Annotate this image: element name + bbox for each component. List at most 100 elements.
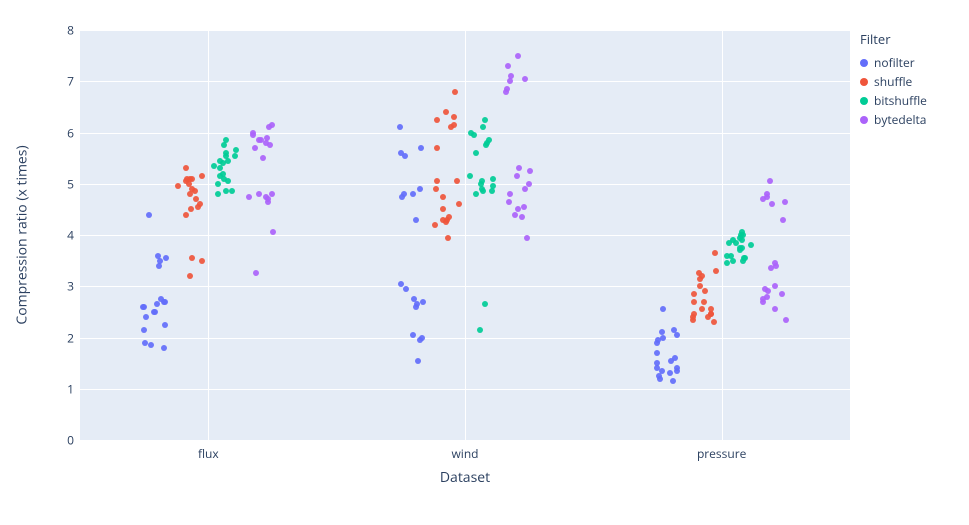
- data-point: [223, 150, 229, 156]
- data-point: [211, 163, 217, 169]
- data-point: [162, 322, 168, 328]
- data-point: [143, 314, 149, 320]
- data-point: [730, 258, 736, 264]
- legend-item-bitshuffle[interactable]: bitshuffle: [860, 92, 927, 109]
- data-point: [217, 165, 223, 171]
- data-point: [674, 365, 680, 371]
- data-point: [522, 76, 528, 82]
- data-point: [233, 147, 239, 153]
- data-point: [691, 291, 697, 297]
- data-point: [764, 294, 770, 300]
- legend-item-nofilter[interactable]: nofilter: [860, 54, 927, 71]
- data-point: [397, 124, 403, 130]
- data-point: [739, 229, 745, 235]
- data-point: [506, 199, 512, 205]
- data-point: [516, 165, 522, 171]
- data-point: [468, 130, 474, 136]
- gridline-v: [208, 30, 209, 440]
- data-point: [188, 206, 194, 212]
- data-point: [256, 191, 262, 197]
- plot-area: [80, 30, 850, 440]
- data-point: [155, 253, 161, 259]
- data-point: [697, 283, 703, 289]
- data-point: [764, 191, 770, 197]
- data-point: [434, 145, 440, 151]
- data-point: [229, 188, 235, 194]
- data-point: [151, 309, 157, 315]
- data-point: [434, 117, 440, 123]
- data-point: [505, 63, 511, 69]
- gridline-v: [465, 30, 466, 440]
- data-point: [414, 301, 420, 307]
- data-point: [772, 306, 778, 312]
- data-point: [189, 176, 195, 182]
- data-point: [508, 73, 514, 79]
- data-point: [522, 186, 528, 192]
- data-point: [223, 137, 229, 143]
- data-point: [767, 178, 773, 184]
- data-point: [671, 327, 677, 333]
- data-point: [269, 122, 275, 128]
- data-point: [445, 235, 451, 241]
- data-point: [711, 319, 717, 325]
- legend-swatch: [860, 78, 868, 86]
- data-point: [654, 360, 660, 366]
- data-point: [654, 365, 660, 371]
- data-point: [656, 373, 662, 379]
- x-tick-label: wind: [451, 445, 478, 462]
- y-tick-label: 6: [34, 124, 74, 141]
- legend-swatch: [860, 97, 868, 105]
- data-point: [260, 155, 266, 161]
- y-tick-label: 4: [34, 227, 74, 244]
- data-point: [515, 53, 521, 59]
- data-point: [215, 191, 221, 197]
- data-point: [183, 212, 189, 218]
- data-point: [410, 332, 416, 338]
- data-point: [232, 153, 238, 159]
- data-point: [221, 142, 227, 148]
- data-point: [413, 217, 419, 223]
- data-point: [524, 235, 530, 241]
- data-point: [696, 270, 702, 276]
- x-tick-label: flux: [198, 445, 219, 462]
- data-point: [197, 201, 203, 207]
- data-point: [473, 150, 479, 156]
- data-point: [451, 122, 457, 128]
- data-point: [660, 306, 666, 312]
- data-point: [440, 206, 446, 212]
- data-point: [480, 124, 486, 130]
- data-point: [504, 86, 510, 92]
- x-tick-label: pressure: [697, 445, 746, 462]
- data-point: [482, 117, 488, 123]
- data-point: [780, 217, 786, 223]
- data-point: [156, 263, 162, 269]
- data-point: [417, 186, 423, 192]
- data-point: [419, 335, 425, 341]
- data-point: [701, 299, 707, 305]
- data-point: [490, 176, 496, 182]
- data-point: [420, 299, 426, 305]
- data-point: [668, 358, 674, 364]
- data-point: [215, 181, 221, 187]
- data-point: [712, 250, 718, 256]
- data-point: [691, 299, 697, 305]
- data-point: [730, 237, 736, 243]
- data-point: [779, 291, 785, 297]
- data-point: [446, 214, 452, 220]
- data-point: [398, 150, 404, 156]
- data-point: [772, 260, 778, 266]
- data-point: [189, 186, 195, 192]
- chart-container: Compression ratio (x times) Dataset Filt…: [0, 0, 969, 525]
- data-point: [659, 329, 665, 335]
- data-point: [225, 158, 231, 164]
- legend-item-shuffle[interactable]: shuffle: [860, 73, 927, 90]
- data-point: [141, 304, 147, 310]
- data-point: [713, 268, 719, 274]
- gridline-v: [722, 30, 723, 440]
- data-point: [220, 171, 226, 177]
- data-point: [451, 114, 457, 120]
- legend-item-bytedelta[interactable]: bytedelta: [860, 111, 927, 128]
- y-tick-label: 5: [34, 175, 74, 192]
- data-point: [654, 350, 660, 356]
- data-point: [702, 288, 708, 294]
